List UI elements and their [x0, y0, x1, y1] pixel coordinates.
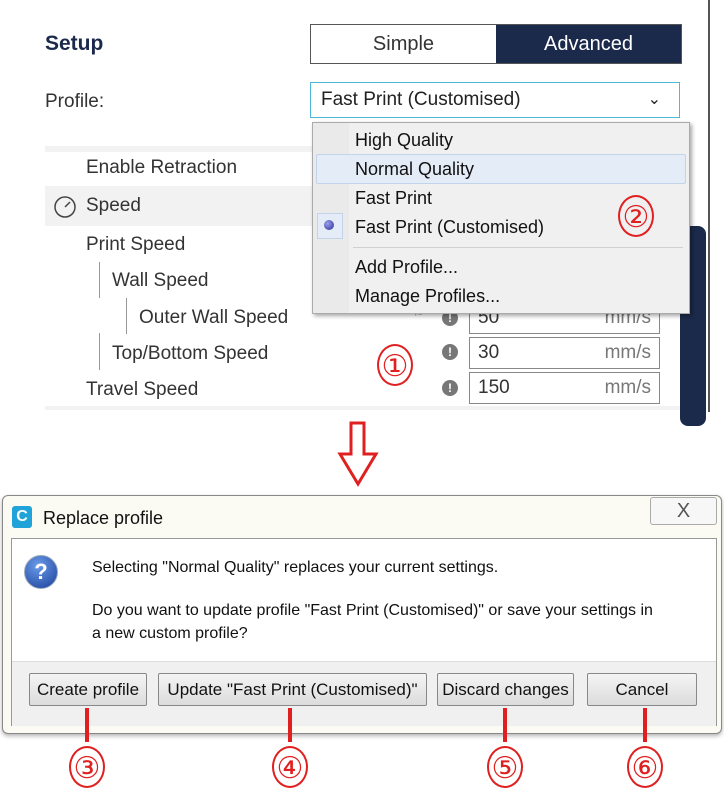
annotation-line	[288, 708, 292, 742]
setting-print-speed: Print Speed	[86, 234, 186, 255]
section-divider	[45, 406, 680, 410]
menu-item-add-profile[interactable]: Add Profile...	[355, 257, 458, 278]
create-profile-button[interactable]: Create profile	[29, 673, 147, 706]
tree-line	[126, 298, 127, 334]
warning-icon: !	[442, 380, 458, 396]
annotation-line	[643, 708, 647, 742]
annotation-6: ⑥	[627, 746, 663, 788]
input-value: 30	[478, 342, 500, 363]
menu-item-high-quality[interactable]: High Quality	[355, 130, 453, 151]
mode-advanced-button[interactable]: Advanced	[496, 25, 681, 63]
annotation-2: ②	[618, 195, 654, 237]
tree-line	[99, 262, 100, 298]
setup-title: Setup	[45, 32, 104, 55]
annotation-3: ③	[69, 746, 105, 788]
app-logo-icon: C	[12, 506, 32, 528]
mode-simple-button[interactable]: Simple	[311, 25, 496, 63]
warning-icon: !	[442, 344, 458, 360]
replace-profile-dialog: C Replace profile X ? Selecting "Normal …	[2, 495, 722, 734]
speedometer-icon	[54, 196, 76, 218]
annotation-5: ⑤	[487, 746, 523, 788]
setting-wall-speed: Wall Speed	[112, 270, 209, 291]
annotation-1: ①	[377, 344, 413, 386]
discard-changes-button[interactable]: Discard changes	[437, 673, 574, 706]
menu-item-normal-quality[interactable]: Normal Quality	[355, 159, 474, 180]
mode-toggle: Simple Advanced	[310, 24, 682, 64]
input-value: 150	[478, 377, 510, 398]
menu-item-manage-profiles[interactable]: Manage Profiles...	[355, 286, 500, 307]
update-profile-button[interactable]: Update "Fast Print (Customised)"	[158, 673, 427, 706]
menu-item-fast-print-customised[interactable]: Fast Print (Customised)	[355, 217, 544, 238]
chevron-down-icon: ⌄	[647, 91, 661, 108]
radio-selected-icon	[324, 220, 334, 230]
setting-top-bottom-speed: Top/Bottom Speed	[112, 343, 269, 364]
menu-item-fast-print[interactable]: Fast Print	[355, 188, 432, 209]
setting-enable-retraction: Enable Retraction	[86, 157, 238, 178]
profile-dropdown-menu: High Quality Normal Quality Fast Print F…	[312, 122, 690, 314]
down-arrow-icon	[337, 421, 379, 487]
annotation-line	[503, 708, 507, 742]
dialog-message-1: Selecting "Normal Quality" replaces your…	[92, 559, 499, 576]
input-unit: mm/s	[604, 377, 651, 398]
travel-speed-input[interactable]: 150 mm/s	[469, 372, 660, 404]
top-bottom-speed-input[interactable]: 30 mm/s	[469, 337, 660, 369]
profile-select-value: Fast Print (Customised)	[321, 89, 521, 110]
setting-travel-speed: Travel Speed	[86, 379, 199, 400]
question-icon: ?	[24, 555, 58, 589]
annotation-line	[85, 708, 89, 742]
tree-line	[99, 333, 100, 370]
dialog-title: Replace profile	[43, 508, 164, 528]
profile-select[interactable]: Fast Print (Customised) ⌄	[310, 82, 680, 118]
profile-label: Profile:	[45, 91, 105, 112]
input-unit: mm/s	[604, 342, 651, 363]
dialog-message-2: Do you want to update profile "Fast Prin…	[92, 602, 653, 642]
close-button[interactable]: X	[650, 497, 717, 525]
annotation-4: ④	[272, 746, 308, 788]
speed-category-label: Speed	[86, 195, 141, 216]
setting-outer-wall-speed: Outer Wall Speed	[139, 307, 289, 328]
cancel-button[interactable]: Cancel	[587, 673, 697, 706]
menu-divider	[353, 247, 683, 248]
